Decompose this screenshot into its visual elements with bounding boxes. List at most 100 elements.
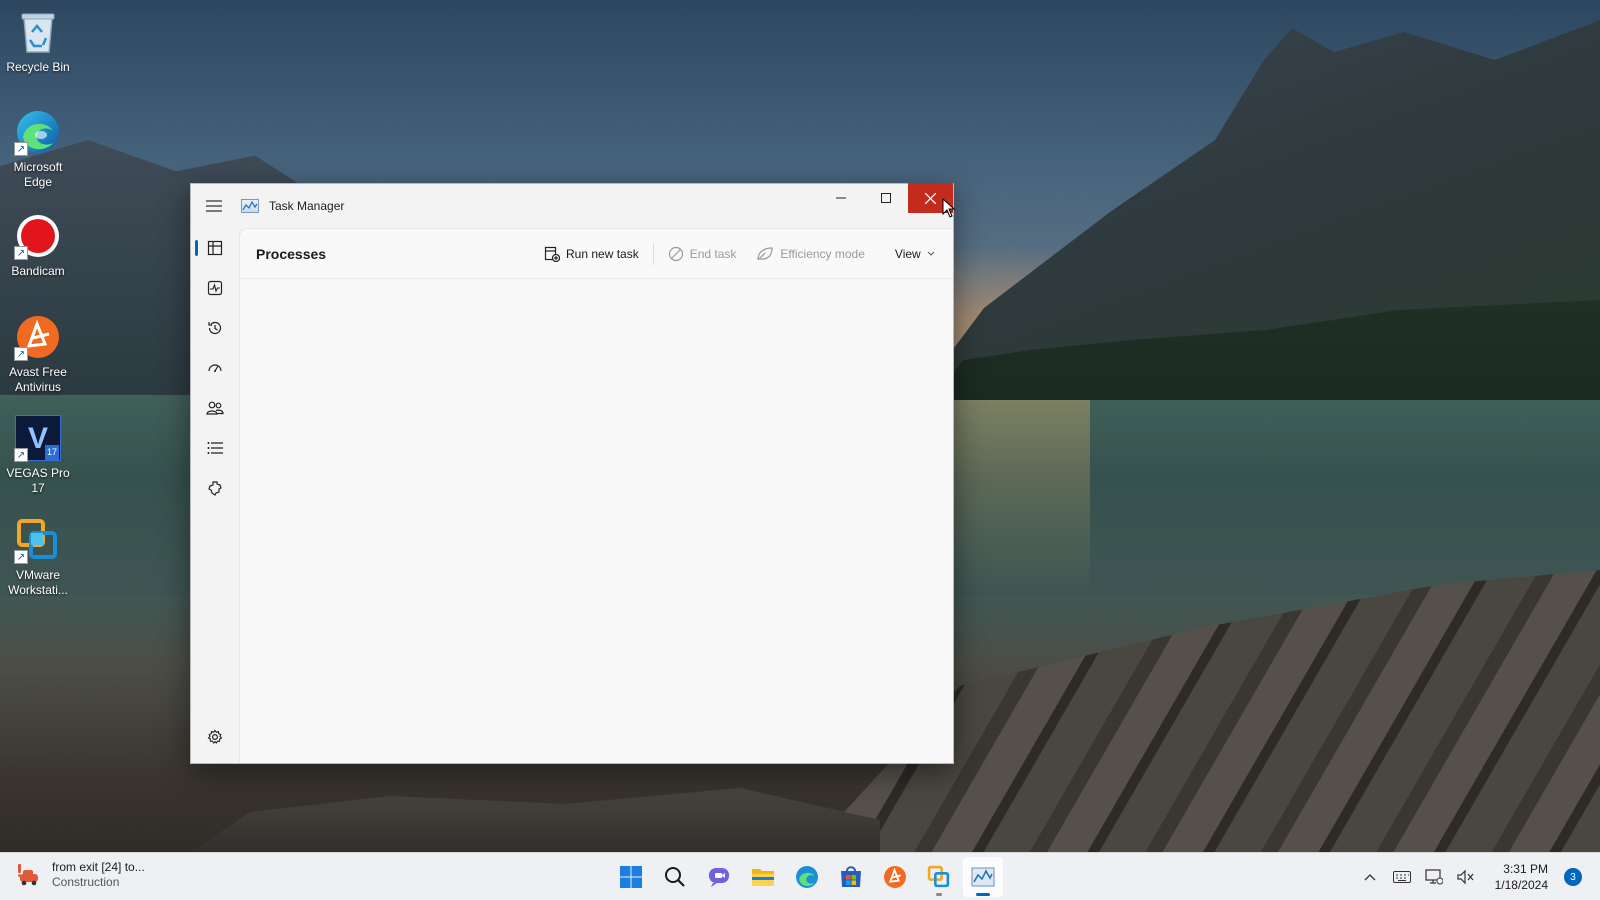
- nav-startup-apps[interactable]: [191, 348, 239, 388]
- nav-services[interactable]: [191, 468, 239, 508]
- nav-settings[interactable]: [191, 717, 239, 757]
- keyboard-tray-button[interactable]: [1391, 866, 1413, 888]
- end-task-button[interactable]: End task: [658, 238, 747, 270]
- nav-users[interactable]: [191, 388, 239, 428]
- nav-details[interactable]: [191, 428, 239, 468]
- clock-date: 1/18/2024: [1494, 878, 1548, 892]
- minimize-button[interactable]: [818, 183, 863, 213]
- end-task-label: End task: [689, 246, 737, 261]
- vegas-glyph: V: [27, 421, 48, 455]
- shortcut-arrow-icon: ↗: [14, 550, 28, 564]
- taskbar-chat-button[interactable]: [699, 857, 739, 897]
- processes-icon: [207, 240, 223, 256]
- run-new-task-label: Run new task: [566, 246, 639, 261]
- command-bar: Processes Run new task End task Efficien…: [240, 229, 953, 279]
- desktop-icon-recycle-bin[interactable]: Recycle Bin: [2, 8, 74, 75]
- taskbar-edge[interactable]: [787, 857, 827, 897]
- task-manager-icon: [241, 199, 259, 213]
- desktop-icon-label: Bandicam: [11, 264, 65, 278]
- chevron-down-icon: [927, 251, 935, 256]
- shortcut-arrow-icon: ↗: [14, 448, 28, 462]
- chat-icon: [709, 868, 729, 887]
- users-icon: [206, 401, 224, 415]
- desktop-icon-label: VMware Workstati...: [8, 568, 68, 597]
- bandicam-icon: ↗: [14, 212, 62, 260]
- taskbar-file-explorer[interactable]: [743, 857, 783, 897]
- efficiency-mode-label: Efficiency mode: [780, 246, 865, 261]
- vegas-version-badge: 17: [44, 445, 59, 460]
- file-explorer-icon: [752, 869, 774, 886]
- taskbar-start-button[interactable]: [611, 857, 651, 897]
- maximize-icon: [880, 193, 891, 203]
- desktop-icon-vmware[interactable]: ↗ VMware Workstati...: [2, 516, 74, 598]
- weather-widget[interactable]: from exit [24] to... Construction: [16, 860, 145, 890]
- desktop-icon-label: Recycle Bin: [6, 60, 70, 74]
- chevron-up-icon: [1364, 874, 1376, 881]
- nav-performance[interactable]: [191, 268, 239, 308]
- performance-icon: [207, 280, 223, 296]
- hamburger-icon: [206, 200, 222, 212]
- taskbar-store[interactable]: [831, 857, 871, 897]
- services-icon: [208, 481, 222, 496]
- title-bar[interactable]: Task Manager: [191, 183, 953, 228]
- shortcut-arrow-icon: ↗: [14, 142, 28, 156]
- run-new-task-button[interactable]: Run new task: [534, 238, 649, 270]
- maximize-button[interactable]: [863, 183, 908, 213]
- taskbar-avast[interactable]: [875, 857, 915, 897]
- details-icon: [207, 442, 223, 454]
- desktop-icon-label: Microsoft Edge: [13, 160, 63, 189]
- widget-subtitle: Construction: [52, 875, 120, 889]
- settings-icon: [207, 729, 223, 744]
- task-manager-icon: [971, 867, 995, 887]
- clock-time: 3:31 PM: [1503, 862, 1548, 876]
- edge-icon: ↗: [14, 108, 62, 156]
- clock[interactable]: 3:31 PM 1/18/2024: [1495, 861, 1548, 893]
- keyboard-icon: [1392, 871, 1411, 883]
- taskbar-search-button[interactable]: [655, 857, 695, 897]
- command-separator: [652, 242, 654, 265]
- system-tray: 3:31 PM 1/18/2024 3: [1359, 853, 1582, 900]
- page-title: Processes: [256, 245, 327, 262]
- wallpaper-rocks-foreground: [180, 788, 880, 860]
- app-history-icon: [208, 321, 222, 335]
- desktop-icon-vegas[interactable]: V 17 ↗ VEGAS Pro 17: [2, 414, 74, 496]
- view-label: View: [894, 246, 921, 261]
- desktop-icon-avast[interactable]: ↗ Avast Free Antivirus: [2, 313, 74, 395]
- start-icon: [620, 866, 642, 888]
- task-manager-window[interactable]: Task Manager Processes Run new task End …: [190, 183, 954, 764]
- network-icon: [1425, 869, 1443, 885]
- window-controls: [818, 183, 953, 213]
- avast-icon: [884, 866, 906, 888]
- network-tray-button[interactable]: [1423, 866, 1445, 888]
- taskbar-apps: [611, 857, 1003, 897]
- vegas-icon: V 17 ↗: [14, 414, 62, 462]
- navigation-sidebar: [191, 228, 239, 763]
- nav-processes[interactable]: [191, 228, 239, 268]
- vmware-icon: ↗: [14, 516, 62, 564]
- widget-title: from exit [24] to...: [52, 860, 145, 874]
- avast-icon: ↗: [14, 313, 62, 361]
- efficiency-mode-button[interactable]: Efficiency mode: [746, 238, 875, 270]
- store-icon: [841, 866, 861, 887]
- processes-page: Processes Run new task End task Efficien…: [239, 228, 953, 763]
- show-hidden-icons-button[interactable]: [1359, 866, 1381, 888]
- run-new-task-icon: [544, 246, 560, 262]
- shortcut-arrow-icon: ↗: [14, 246, 28, 260]
- desktop-icon-label: Avast Free Antivirus: [9, 365, 67, 394]
- edge-icon: [796, 866, 818, 888]
- wallpaper-reflection: [950, 395, 1090, 595]
- mouse-cursor-icon: [942, 198, 956, 218]
- desktop-icon-edge[interactable]: ↗ Microsoft Edge: [2, 108, 74, 190]
- view-dropdown[interactable]: View: [885, 238, 945, 270]
- volume-tray-button[interactable]: [1455, 866, 1477, 888]
- running-indicator: [936, 893, 942, 896]
- taskbar-task-manager[interactable]: [963, 857, 1003, 897]
- notification-badge[interactable]: 3: [1564, 868, 1582, 886]
- active-indicator: [976, 893, 990, 896]
- nav-app-history[interactable]: [191, 308, 239, 348]
- vmware-icon: [927, 865, 950, 888]
- taskbar-vmware[interactable]: [919, 857, 959, 897]
- hamburger-menu-button[interactable]: [191, 184, 237, 228]
- desktop-icon-bandicam[interactable]: ↗ Bandicam: [2, 212, 74, 279]
- window-title: Task Manager: [269, 199, 345, 213]
